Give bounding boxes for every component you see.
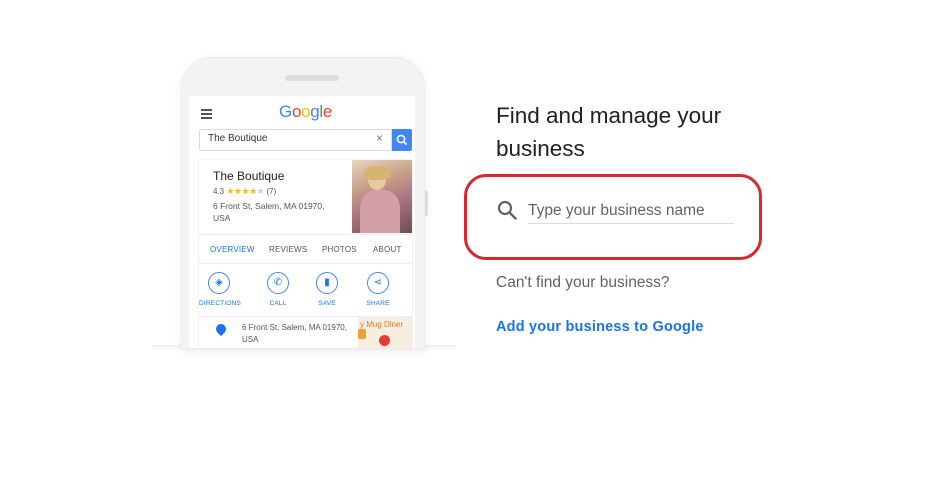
logo-letter: o <box>301 102 311 121</box>
restaurant-icon <box>358 329 366 339</box>
share-icon: ⋖ <box>367 272 389 294</box>
location-pin-icon <box>213 321 229 337</box>
directions-icon: ◈ <box>208 272 230 294</box>
stars-empty: ★ <box>256 186 265 196</box>
business-name-input[interactable] <box>528 199 734 224</box>
phone-mockup: Google The Boutique × The Boutique 4.3 ★… <box>182 58 424 348</box>
page-heading: Find and manage your business <box>496 103 722 161</box>
tab-overview: OVERVIEW <box>210 245 255 254</box>
tab-about: ABOUT <box>373 245 402 254</box>
logo-letter: g <box>310 102 320 121</box>
business-address: 6 Front St, Salem, MA 01970, USA <box>213 201 325 223</box>
phone-search-box: The Boutique × <box>199 129 392 151</box>
search-icon <box>396 134 407 145</box>
phone-speaker <box>285 75 339 81</box>
business-photo <box>352 160 412 233</box>
phone-side-button <box>424 190 428 216</box>
business-name: The Boutique <box>213 169 285 183</box>
cant-find-text: Can't find your business? <box>496 274 670 291</box>
action-save: ▮ SAVE <box>307 272 347 307</box>
action-label: CALL <box>269 300 287 307</box>
menu-icon <box>201 109 212 121</box>
bookmark-icon: ▮ <box>316 272 338 294</box>
phone-search-bar: The Boutique × <box>199 129 412 151</box>
action-label: SAVE <box>318 300 336 307</box>
phone-icon: ✆ <box>267 272 289 294</box>
stars-icon: ★★★★★ <box>226 186 264 196</box>
mini-map: y Mug Diner <box>358 317 412 348</box>
stars-filled: ★★★★ <box>226 186 257 196</box>
logo-letter: e <box>322 102 333 121</box>
rating-value: 4.3 <box>213 187 225 196</box>
action-directions: ◈ DIRECTIONS <box>199 272 242 307</box>
google-logo: Google <box>279 102 332 122</box>
phone-search-button <box>392 129 412 151</box>
add-business-link[interactable]: Add your business to Google <box>496 319 704 335</box>
review-count: (7) <box>266 187 277 196</box>
business-tabs: OVERVIEW REVIEWS PHOTOS ABOUT <box>199 234 412 264</box>
map-label: y Mug Diner <box>360 320 404 329</box>
action-label: DIRECTIONS <box>199 300 242 307</box>
action-share: ⋖ SHARE <box>358 272 398 307</box>
map-marker-icon <box>379 335 390 346</box>
logo-letter: o <box>291 102 302 121</box>
tab-reviews: REVIEWS <box>269 245 308 254</box>
address-row: 6 Front St, Salem, MA 01970, USA y Mug D… <box>199 316 412 348</box>
logo-letter: G <box>279 102 292 121</box>
tab-photos: PHOTOS <box>322 245 357 254</box>
action-call: ✆ CALL <box>258 272 298 307</box>
phone-search-query: The Boutique <box>208 133 268 144</box>
business-rating: 4.3 ★★★★★ (7) <box>213 186 276 197</box>
action-label: SHARE <box>366 300 390 307</box>
search-icon <box>497 200 517 220</box>
business-card: The Boutique 4.3 ★★★★★ (7) 6 Front St, S… <box>199 160 412 348</box>
phone-screen: Google The Boutique × The Boutique 4.3 ★… <box>189 96 415 348</box>
clear-icon: × <box>376 131 384 145</box>
info-address: 6 Front St, Salem, MA 01970, USA <box>242 323 347 344</box>
